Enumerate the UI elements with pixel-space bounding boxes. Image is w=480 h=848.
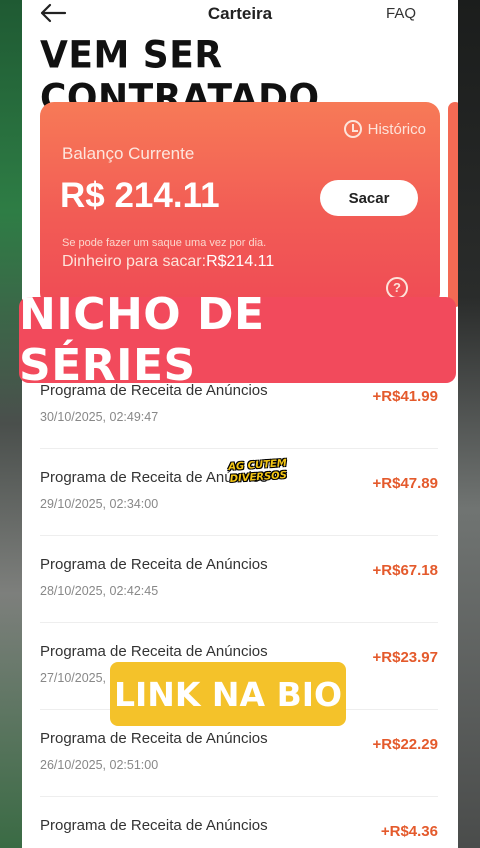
transaction-amount: +R$22.29 xyxy=(372,736,438,753)
transaction-date: 30/10/2025, 02:49:47 xyxy=(40,410,159,424)
watermark-logo: AG CUTEM DIVERSOS xyxy=(227,457,288,485)
balance-amount: R$ 214.11 xyxy=(60,176,220,215)
faq-link[interactable]: FAQ xyxy=(386,5,416,22)
available-amount: R$214.11 xyxy=(206,253,275,270)
transaction-title: Programa de Receita de Anúncios xyxy=(40,817,268,834)
transaction-date: 27/10/2025, xyxy=(40,671,107,685)
available-amount-row: Dinheiro para sacar:R$214.11 xyxy=(62,253,274,271)
transaction-title: Programa de Receita de Anúncios xyxy=(40,730,268,747)
background-right xyxy=(458,0,480,848)
transaction-amount: +R$23.97 xyxy=(372,649,438,666)
transaction-title: Programa de Receita de Anúncios xyxy=(40,643,268,660)
history-link[interactable]: Histórico xyxy=(343,120,426,138)
transaction-amount: +R$67.18 xyxy=(372,562,438,579)
balance-card: Histórico Balanço Currente R$ 214.11 Sac… xyxy=(40,102,440,307)
transaction-date: 29/10/2025, 02:34:00 xyxy=(40,497,159,511)
transaction-amount: +R$47.89 xyxy=(372,475,438,492)
link-in-bio-banner: LINK NA BIO xyxy=(110,662,346,726)
transaction-amount: +R$4.36 xyxy=(380,823,438,840)
transaction-title: Programa de Receita de Anúncios xyxy=(40,556,268,573)
divider xyxy=(40,448,438,449)
top-bar: Carteira FAQ xyxy=(22,0,458,30)
transaction-item[interactable]: Programa de Receita de Anúncios 26/10/20… xyxy=(22,730,458,800)
series-niche-banner: NICHO DE SÉRIES xyxy=(19,289,456,391)
clock-icon xyxy=(343,120,362,138)
transaction-item[interactable]: Programa de Receita de Anúncios 30/10/20… xyxy=(22,382,458,452)
withdraw-note: Se pode fazer um saque uma vez por dia. xyxy=(62,237,267,249)
background-left xyxy=(0,0,22,848)
divider xyxy=(40,622,438,623)
next-card-edge[interactable] xyxy=(448,102,458,307)
divider xyxy=(40,796,438,797)
withdraw-button[interactable]: Sacar xyxy=(320,180,418,216)
divider xyxy=(40,535,438,536)
transaction-item[interactable]: Programa de Receita de Anúncios +R$4.36 xyxy=(22,817,458,848)
available-label: Dinheiro para sacar: xyxy=(62,253,207,270)
balance-label: Balanço Currente xyxy=(62,144,195,163)
transaction-item[interactable]: Programa de Receita de Anúncios 28/10/20… xyxy=(22,556,458,626)
history-label: Histórico xyxy=(367,121,426,138)
transaction-date: 26/10/2025, 02:51:00 xyxy=(40,758,159,772)
transaction-date: 28/10/2025, 02:42:45 xyxy=(40,584,159,598)
